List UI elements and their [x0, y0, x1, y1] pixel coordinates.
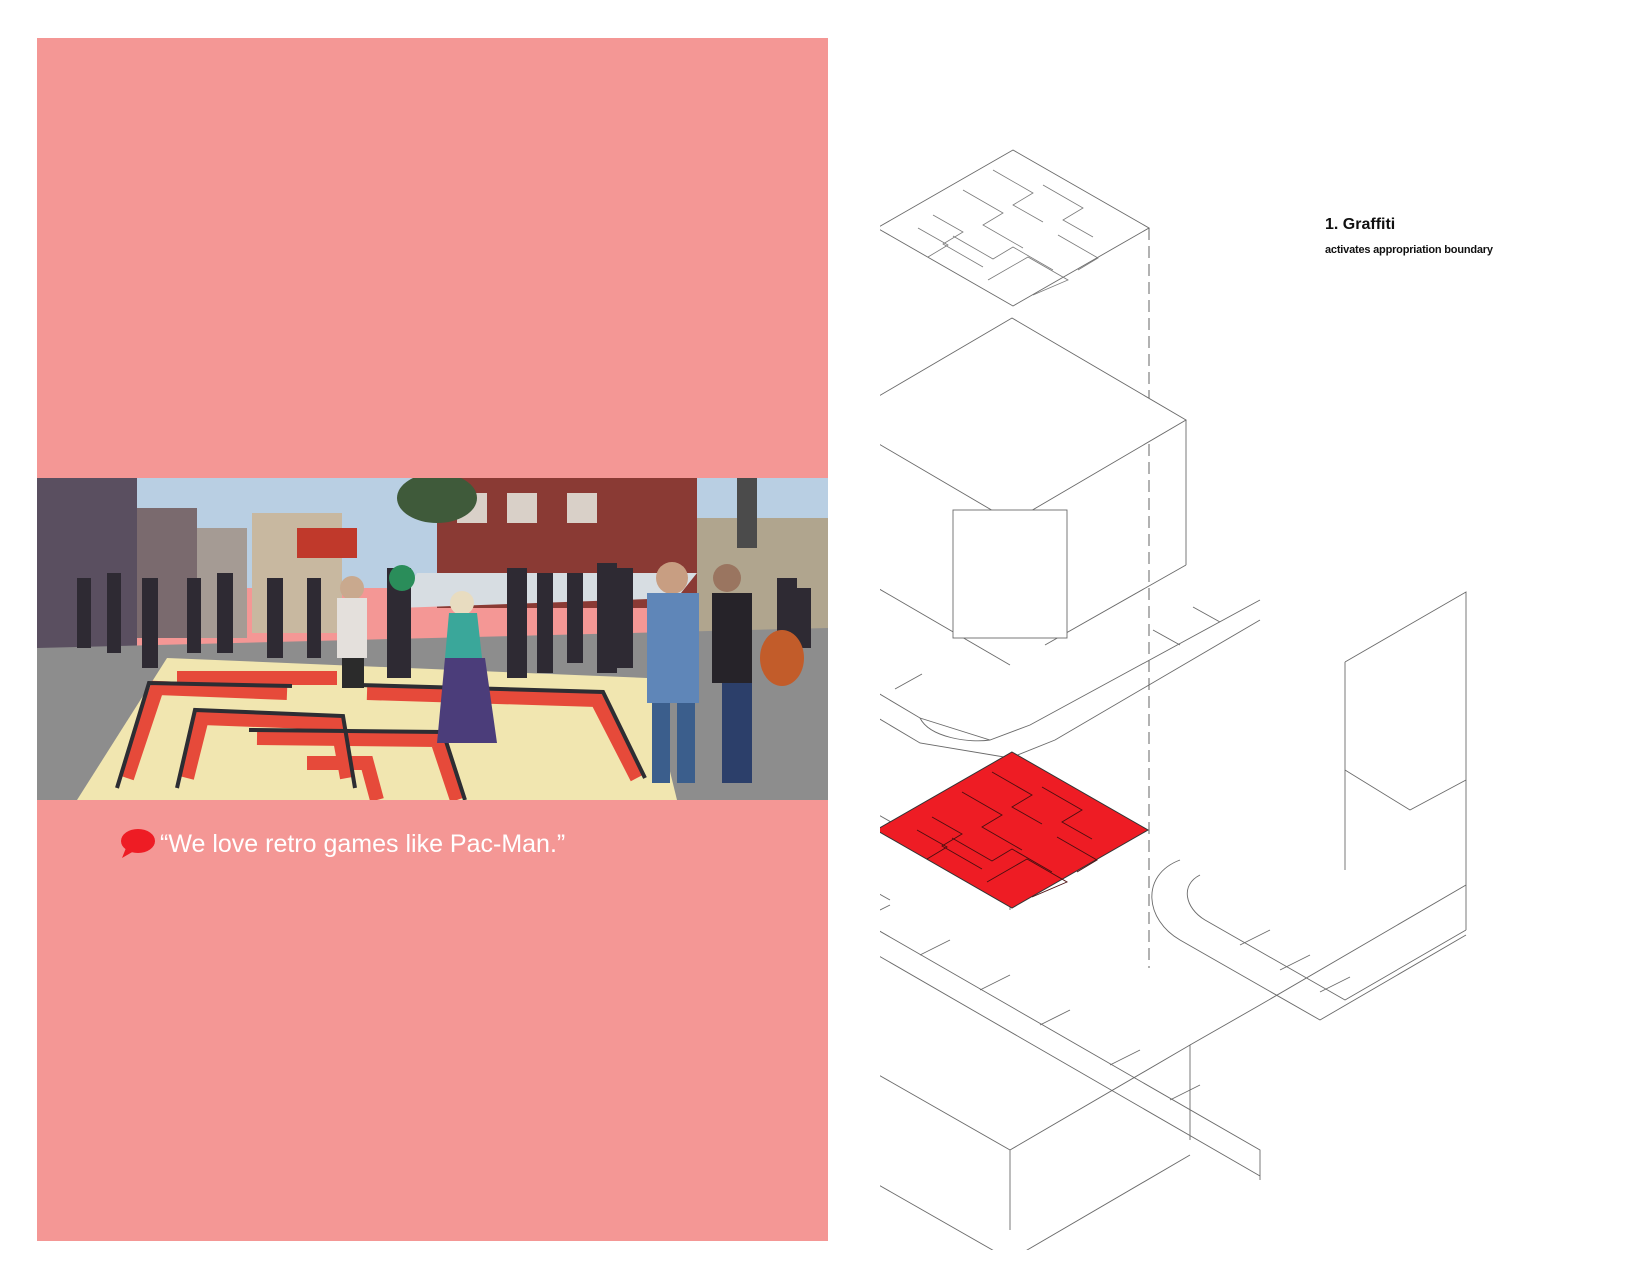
street-photo — [37, 478, 828, 800]
speech-bubble-icon — [121, 829, 155, 858]
diagram-label-title: 1. Graffiti — [1325, 216, 1396, 233]
tower — [880, 317, 1187, 523]
quote-text: “We love retro games like Pac-Man.” — [160, 829, 566, 858]
diagram-label-subtitle: activates appropriation boundary — [1325, 244, 1493, 256]
doorway — [952, 509, 1068, 639]
graffiti-tile-ground — [880, 751, 1150, 909]
isometric-diagram — [880, 140, 1630, 1250]
graffiti-tile-outline — [880, 149, 1150, 307]
quote: “We love retro games like Pac-Man.” — [118, 824, 565, 864]
